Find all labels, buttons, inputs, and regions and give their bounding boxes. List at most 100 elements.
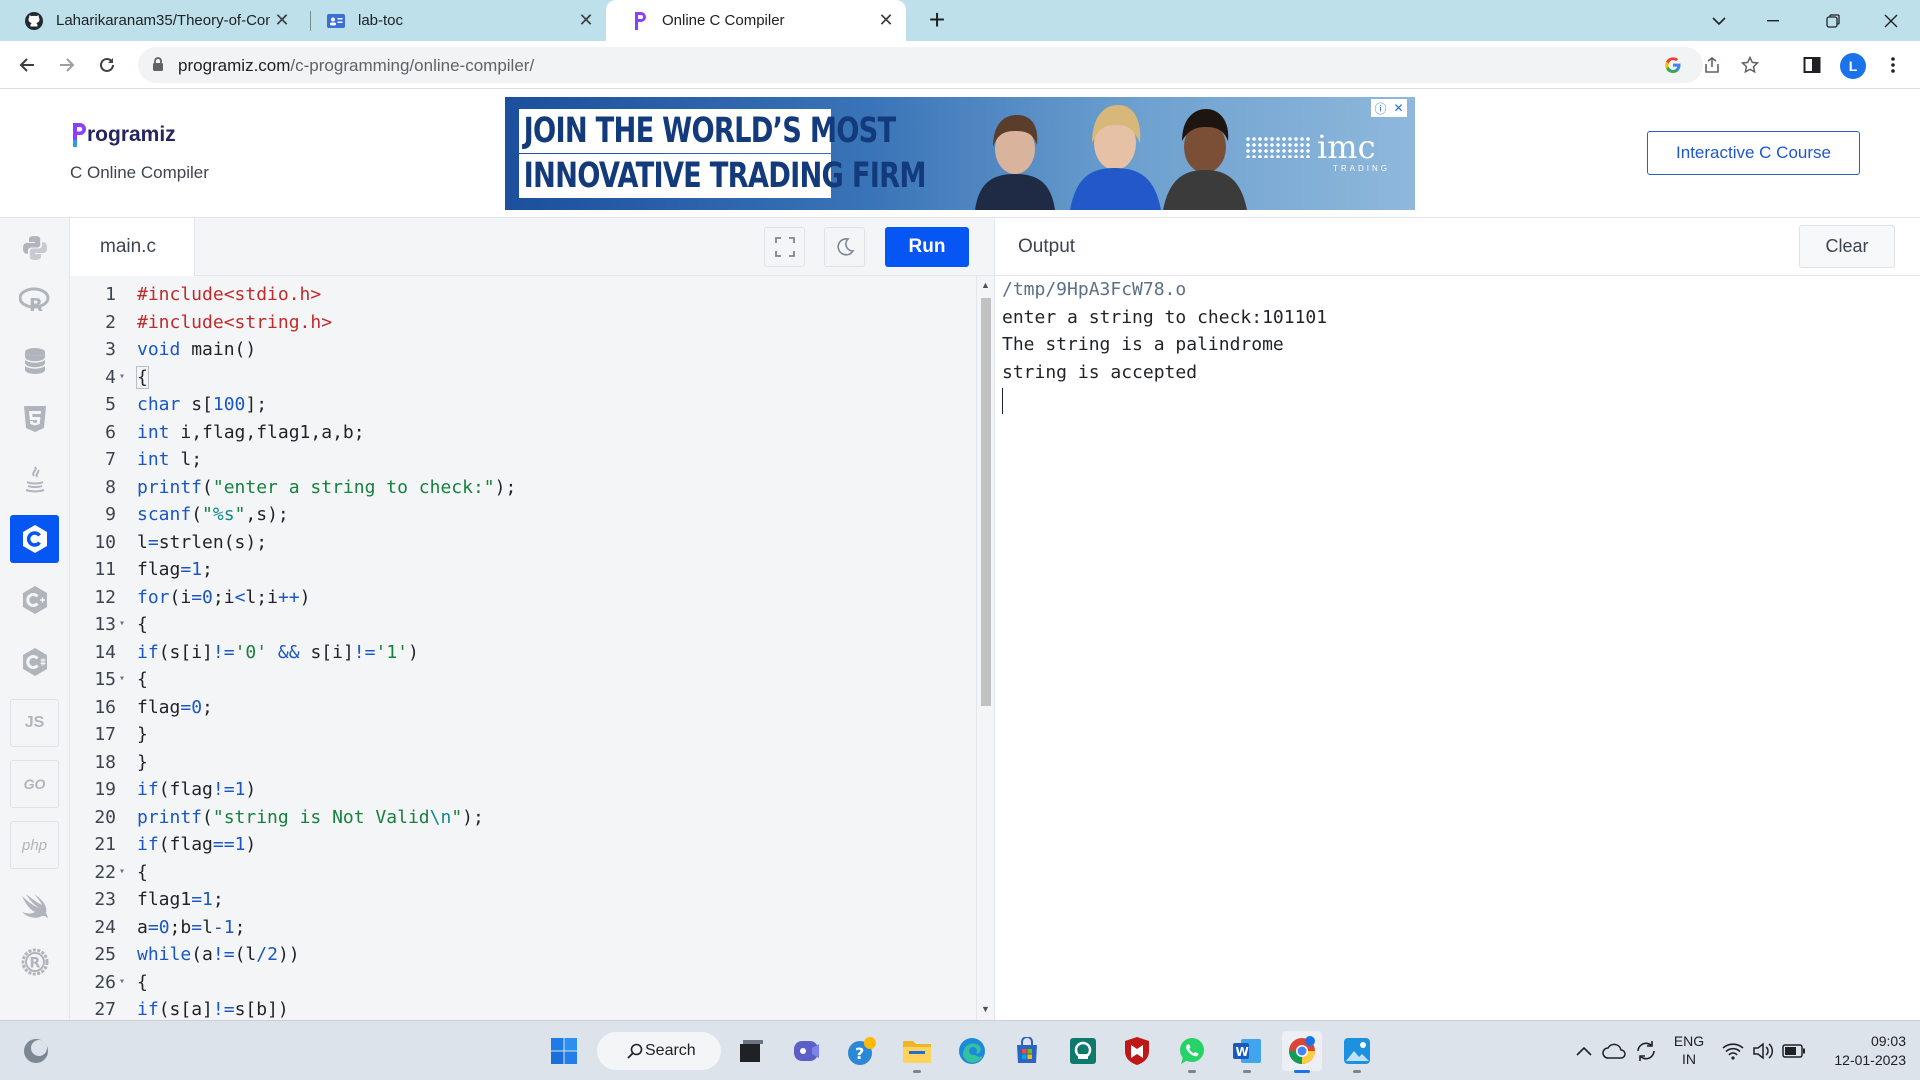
code-line[interactable]: 23 flag1=1;	[70, 886, 976, 914]
code-line[interactable]: 9 scanf("%s",s);	[70, 501, 976, 529]
interactive-course-button[interactable]: Interactive C Course	[1647, 131, 1860, 175]
google-icon[interactable]	[1661, 53, 1685, 77]
widgets-icon[interactable]	[16, 1031, 56, 1071]
language-html[interactable]	[10, 395, 59, 443]
run-button[interactable]: Run	[885, 227, 969, 267]
close-tab-icon[interactable]: ✕	[270, 10, 294, 31]
lock-icon[interactable]	[152, 56, 164, 77]
tab-lab-toc[interactable]: lab-toc ✕	[302, 0, 606, 41]
code-line[interactable]: 10 l=strlen(s);	[70, 529, 976, 557]
onedrive-icon[interactable]	[1600, 1039, 1628, 1063]
tab-online-c-compiler[interactable]: Online C Compiler ✕	[606, 0, 906, 41]
ad-close-icon[interactable]: ✕	[1393, 101, 1403, 115]
ad-choices-badge[interactable]: ⓘ ✕	[1371, 99, 1407, 117]
file-tab-main-c[interactable]: main.c	[70, 218, 195, 276]
close-tab-icon[interactable]: ✕	[574, 10, 598, 31]
language-php[interactable]: php	[10, 821, 59, 869]
code-line[interactable]: 25 while(a!=(l/2))	[70, 941, 976, 969]
language-python[interactable]	[10, 224, 59, 272]
file-explorer-icon[interactable]	[897, 1031, 937, 1073]
code-line[interactable]: 27 if(s[a]!=s[b])	[70, 996, 976, 1020]
system-clock[interactable]: 09:03 12-01-2023	[1818, 1032, 1906, 1070]
url-text[interactable]: programiz.com/c-programming/online-compi…	[178, 56, 534, 76]
reload-icon[interactable]	[91, 49, 123, 81]
battery-icon[interactable]	[1780, 1039, 1808, 1063]
language-csharp[interactable]	[10, 638, 59, 686]
advertisement-banner[interactable]: JOIN THE WORLD’S MOST INNOVATIVE TRADING…	[505, 97, 1415, 210]
code-line[interactable]: 22 ▾ {	[70, 859, 976, 887]
language-js[interactable]: JS	[10, 699, 59, 747]
store-icon[interactable]	[1007, 1031, 1047, 1071]
code-line[interactable]: 3 void main()	[70, 336, 976, 364]
code-line[interactable]: 18}	[70, 749, 976, 777]
show-hidden-icons[interactable]	[1572, 1039, 1596, 1063]
menu-icon[interactable]	[1881, 53, 1905, 77]
language-go[interactable]: GO	[10, 760, 59, 808]
scrollbar-thumb[interactable]	[981, 298, 991, 706]
fold-toggle-icon[interactable]: ▾	[119, 610, 125, 638]
input-language-indicator[interactable]: ENG IN	[1671, 1032, 1707, 1068]
fold-toggle-icon[interactable]: ▾	[119, 968, 125, 996]
photos-icon[interactable]	[1337, 1031, 1377, 1073]
clear-button[interactable]: Clear	[1799, 225, 1895, 268]
scroll-up-icon[interactable]: ▲	[981, 280, 990, 290]
code-line[interactable]: 24 a=0;b=l-1;	[70, 914, 976, 942]
start-icon[interactable]	[544, 1031, 584, 1071]
restore-icon[interactable]	[1806, 0, 1860, 41]
code-line[interactable]: 1 #include<stdio.h>	[70, 281, 976, 309]
close-window-icon[interactable]	[1864, 0, 1918, 41]
language-java[interactable]	[10, 456, 59, 504]
code-line[interactable]: 16 flag=0;	[70, 694, 976, 722]
dark-mode-button[interactable]	[824, 227, 865, 267]
share-icon[interactable]	[1700, 53, 1724, 77]
fullscreen-button[interactable]	[764, 227, 805, 267]
code-line[interactable]: 15 ▾ {	[70, 666, 976, 694]
minimize-icon[interactable]	[1746, 0, 1800, 41]
fold-toggle-icon[interactable]: ▾	[119, 858, 125, 886]
taskbar-search[interactable]: Search	[597, 1032, 721, 1070]
code-line[interactable]: 2 #include<string.h>	[70, 309, 976, 337]
code-line[interactable]: 11 flag=1;	[70, 556, 976, 584]
address-bar[interactable]: programiz.com/c-programming/online-compi…	[138, 47, 1759, 83]
language-sql[interactable]	[10, 337, 59, 385]
editor-scrollbar[interactable]: ▲ ▼	[976, 276, 994, 1020]
code-line[interactable]: 12 for(i=0;i<l;i++)	[70, 584, 976, 612]
code-line[interactable]: 20 printf("string is Not Valid\n");	[70, 804, 976, 832]
bookmark-star-icon[interactable]	[1738, 53, 1762, 77]
edge-icon[interactable]	[952, 1031, 992, 1071]
code-line[interactable]: 6 int i,flag,flag1,a,b;	[70, 419, 976, 447]
language-cpp[interactable]	[10, 576, 59, 624]
code-line[interactable]: 13 ▾ {	[70, 611, 976, 639]
side-panel-icon[interactable]	[1800, 53, 1824, 77]
scroll-down-icon[interactable]: ▼	[981, 1004, 990, 1014]
language-rust[interactable]: R	[10, 938, 59, 986]
word-icon[interactable]: W	[1227, 1031, 1267, 1073]
code-line[interactable]: 8 printf("enter a string to check:");	[70, 474, 976, 502]
code-line[interactable]: 7 int l;	[70, 446, 976, 474]
task-view-icon[interactable]	[731, 1031, 771, 1071]
code-line[interactable]: 17}	[70, 721, 976, 749]
code-line[interactable]: 21 if(flag==1)	[70, 831, 976, 859]
sync-icon[interactable]	[1632, 1039, 1660, 1063]
programiz-logo[interactable]: rogramiz	[72, 122, 176, 148]
code-line[interactable]: 14 if(s[i]!='0' && s[i]!='1')	[70, 639, 976, 667]
profile-avatar[interactable]: L	[1840, 53, 1866, 79]
code-editor[interactable]: 1 #include<stdio.h> 2 #include<string.h> 3 vo…	[70, 276, 976, 1020]
code-line[interactable]: 26 ▾ {	[70, 969, 976, 997]
language-swift[interactable]	[10, 881, 59, 929]
chrome-icon[interactable]	[1282, 1031, 1322, 1073]
fold-toggle-icon[interactable]: ▾	[119, 665, 125, 693]
tab-github[interactable]: Laharikaranam35/Theory-of-Com ✕	[0, 0, 302, 41]
close-tab-icon[interactable]: ✕	[874, 10, 898, 31]
ad-info-icon[interactable]: ⓘ	[1374, 100, 1386, 117]
back-icon[interactable]	[11, 49, 43, 81]
code-line[interactable]: 5 char s[100];	[70, 391, 976, 419]
wifi-icon[interactable]	[1720, 1039, 1746, 1063]
language-r[interactable]: R	[10, 276, 59, 324]
volume-icon[interactable]	[1750, 1039, 1776, 1063]
fold-toggle-icon[interactable]: ▾	[119, 363, 125, 391]
help-icon[interactable]: ?	[842, 1031, 882, 1071]
mcafee-icon[interactable]	[1117, 1031, 1157, 1071]
forward-icon[interactable]	[51, 49, 83, 81]
new-tab-button[interactable]: +	[922, 6, 952, 36]
